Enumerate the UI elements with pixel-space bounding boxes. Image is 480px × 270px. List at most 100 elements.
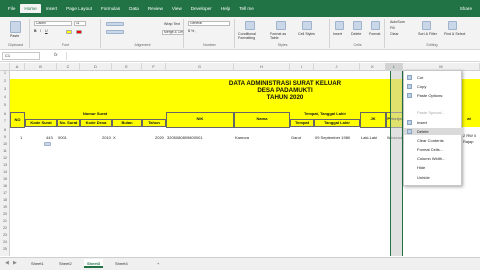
column-header-g[interactable]: G xyxy=(166,63,234,71)
find-select-icon[interactable] xyxy=(448,21,457,30)
sheet-tab-sheet4[interactable]: Sheet4 xyxy=(112,259,131,268)
format-cells-button[interactable]: Format xyxy=(369,32,380,36)
row-header-4[interactable]: 4 xyxy=(0,95,10,99)
ribbon-tab-page-layout[interactable]: Page Layout xyxy=(62,4,96,13)
column-header-f[interactable]: F xyxy=(142,63,166,71)
column-header-a[interactable]: A xyxy=(10,63,25,71)
cell-tahun[interactable]: 2020 xyxy=(155,135,164,140)
row-header-15[interactable]: 15 xyxy=(0,177,10,181)
cell-kode-surat[interactable]: 443 xyxy=(46,135,53,140)
row-header-7[interactable]: 7 xyxy=(0,119,10,123)
context-menu-item-copy[interactable]: Copy xyxy=(404,83,463,90)
paste-options-icon[interactable] xyxy=(44,142,51,146)
insert-cells-button[interactable]: Insert xyxy=(333,32,342,36)
column-header-e[interactable]: E xyxy=(112,63,142,71)
context-menu-item-hide[interactable]: Hide xyxy=(404,164,463,171)
cell-jk[interactable]: Laki-Laki xyxy=(361,135,377,140)
row-header-3[interactable]: 3 xyxy=(0,87,10,91)
fx-icon[interactable]: fx xyxy=(54,52,58,57)
selected-column[interactable] xyxy=(390,71,403,256)
row-header-13[interactable]: 13 xyxy=(0,163,10,167)
align-top-icon[interactable] xyxy=(106,22,124,26)
cell-styles-icon[interactable] xyxy=(302,21,312,30)
row-header-12[interactable]: 12 xyxy=(0,156,10,160)
italic-button[interactable]: I xyxy=(40,29,41,33)
select-all-corner[interactable] xyxy=(0,63,10,71)
column-header-l[interactable]: L xyxy=(386,63,403,71)
font-size-dropdown[interactable]: 11 xyxy=(74,21,86,26)
delete-cells-button[interactable]: Delete xyxy=(351,32,361,36)
sheet-tab-sheet3[interactable]: Sheet3 xyxy=(84,259,104,268)
row-header-17[interactable]: 17 xyxy=(0,191,10,195)
row-header-1[interactable]: 1 xyxy=(0,71,10,75)
cell-no[interactable]: 1 xyxy=(20,135,22,140)
wrap-text-button[interactable]: Wrap Text xyxy=(164,22,180,26)
cell-tanggal-lahir[interactable]: 09 September 1980 xyxy=(315,135,350,140)
cell-styles-button[interactable]: Cell Styles xyxy=(298,32,316,36)
format-table-icon[interactable] xyxy=(276,21,286,30)
share-button[interactable]: Share xyxy=(456,4,476,13)
fill-color-icon[interactable] xyxy=(66,30,72,34)
sheet-tab-sheet1[interactable]: Sheet1 xyxy=(28,259,47,268)
row-header-20[interactable]: 20 xyxy=(0,212,10,216)
paste-icon[interactable] xyxy=(10,21,21,33)
ribbon-tab-review[interactable]: Review xyxy=(144,4,167,13)
cell-right-2[interactable]: Rajap xyxy=(463,139,473,144)
context-menu-item-insert[interactable]: Insert xyxy=(404,119,463,126)
row-header-16[interactable]: 16 xyxy=(0,184,10,188)
delete-cells-icon[interactable] xyxy=(353,21,362,30)
column-header-c[interactable]: C xyxy=(57,63,80,71)
row-header-19[interactable]: 19 xyxy=(0,205,10,209)
cell-tempat[interactable]: Garut xyxy=(291,135,301,140)
scroll-right-icon[interactable]: ▶ xyxy=(13,260,17,266)
find-select-button[interactable]: Find & Select xyxy=(444,32,466,36)
row-header-24[interactable]: 24 xyxy=(0,240,10,244)
row-header-9[interactable]: 9 xyxy=(0,135,10,139)
row-header-25[interactable]: 25 xyxy=(0,247,10,251)
column-header-k[interactable]: K xyxy=(360,63,386,71)
ribbon-tab-file[interactable]: File xyxy=(4,4,19,13)
row-header-21[interactable]: 21 xyxy=(0,219,10,223)
insert-cells-icon[interactable] xyxy=(335,21,344,30)
merge-center-button[interactable]: Merge & Center xyxy=(162,30,184,35)
context-menu-item-cut[interactable]: Cut xyxy=(404,74,463,81)
add-sheet-icon[interactable]: + xyxy=(154,259,162,268)
row-header-11[interactable]: 11 xyxy=(0,149,10,153)
row-header-18[interactable]: 18 xyxy=(0,198,10,202)
row-header-2[interactable]: 2 xyxy=(0,79,10,83)
context-menu-item-column-width[interactable]: Column Width... xyxy=(404,155,463,162)
row-header-10[interactable]: 10 xyxy=(0,142,10,146)
fill-button[interactable]: Fill xyxy=(390,26,395,30)
ribbon-tab-view[interactable]: View xyxy=(168,4,186,13)
column-header-b[interactable]: B xyxy=(25,63,57,71)
scroll-left-icon[interactable]: ◀ xyxy=(5,260,9,266)
sort-filter-button[interactable]: Sort & Filter xyxy=(418,32,438,36)
row-header-23[interactable]: 23 xyxy=(0,233,10,237)
ribbon-tab-formulas[interactable]: Formulas xyxy=(97,4,124,13)
number-format-dropdown[interactable]: General xyxy=(188,21,230,26)
ribbon-tab-help[interactable]: Help xyxy=(217,4,234,13)
ribbon-tab-home[interactable]: Home xyxy=(20,4,41,13)
font-color-icon[interactable] xyxy=(76,30,82,34)
autosum-button[interactable]: AutoSum xyxy=(390,20,405,24)
column-header-d[interactable]: D xyxy=(80,63,112,71)
ribbon-tab-data[interactable]: Data xyxy=(125,4,143,13)
bold-button[interactable]: B xyxy=(34,29,37,33)
row-header-22[interactable]: 22 xyxy=(0,226,10,230)
font-name-dropdown[interactable]: Calibri xyxy=(34,21,72,26)
sheet-tab-sheet2[interactable]: Sheet2 xyxy=(56,259,75,268)
ribbon-tab-developer[interactable]: Developer xyxy=(187,4,216,13)
formula-input[interactable] xyxy=(66,52,476,60)
format-as-table-button[interactable]: Format as Table xyxy=(270,32,294,40)
cell-nama[interactable]: Kamora xyxy=(235,135,249,140)
row-header-8[interactable]: 8 xyxy=(0,128,10,132)
column-header-j[interactable]: J xyxy=(314,63,360,71)
clear-button[interactable]: Clear xyxy=(390,32,399,36)
cell-nik[interactable]: 3205080809800001 xyxy=(167,135,203,140)
column-header-i[interactable]: I xyxy=(290,63,314,71)
column-header-h[interactable]: H xyxy=(234,63,290,71)
conditional-formatting-button[interactable]: Conditional Formatting xyxy=(238,32,266,40)
context-menu-item-paste-options[interactable]: Paste Options: xyxy=(404,92,463,99)
ribbon-tab-tell-me[interactable]: Tell me xyxy=(235,4,258,13)
sort-filter-icon[interactable] xyxy=(422,21,431,30)
